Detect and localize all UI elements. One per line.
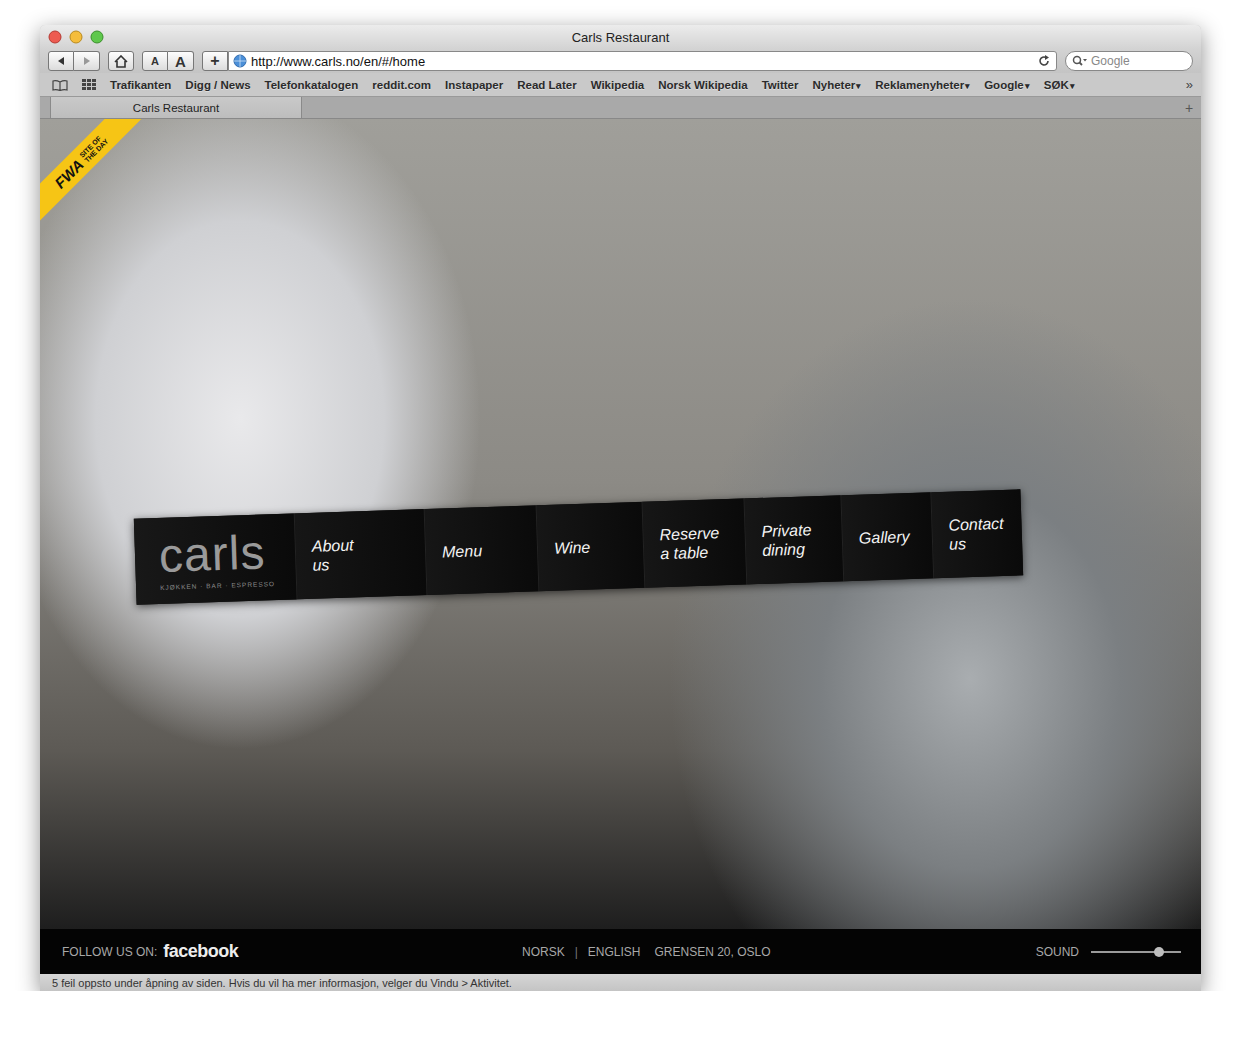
nav-item[interactable]: Privatedining (743, 495, 843, 584)
tab[interactable]: Carls Restaurant (50, 97, 302, 118)
reload-icon[interactable] (1038, 55, 1050, 67)
sound-slider[interactable] (1091, 951, 1181, 953)
bookmark-item[interactable]: Google▾ (984, 79, 1030, 91)
bookmark-item[interactable]: Digg / News (185, 79, 250, 91)
nav-item[interactable]: Contactus (930, 489, 1023, 578)
nav-item[interactable]: Wine (536, 502, 645, 591)
tab-bar: Carls Restaurant + (40, 97, 1201, 119)
window-title: Carls Restaurant (40, 30, 1201, 45)
address: GRENSEN 20, OSLO (655, 945, 771, 959)
sound-slider-knob[interactable] (1154, 947, 1164, 957)
bookmark-item[interactable]: Telefonkatalogen (265, 79, 359, 91)
bookmark-item[interactable]: SØK▾ (1044, 79, 1075, 91)
bookmarks-bar: Trafikanten Digg / News Telefonkatalogen re… (40, 73, 1201, 97)
bookmark-item[interactable]: Instapaper (445, 79, 503, 91)
nav-item[interactable]: Reservea table (642, 499, 747, 588)
traffic-lights-icon[interactable] (48, 30, 104, 44)
bookmark-item[interactable]: Wikipedia (591, 79, 645, 91)
globe-icon (233, 54, 247, 68)
browser-window: Carls RestaurantAA+http://www.carls.no/e… (40, 25, 1201, 991)
title-bar: Carls Restaurant (40, 25, 1201, 49)
bookmark-item[interactable]: Reklamenyheter▾ (875, 79, 970, 91)
new-tab-button[interactable]: + (1177, 97, 1201, 118)
magnifier-icon (1072, 55, 1088, 67)
sound-label: SOUND (1036, 945, 1079, 959)
follow-label: FOLLOW US ON: (62, 945, 157, 959)
bookmark-item[interactable]: Trafikanten (110, 79, 171, 91)
forward-arrow-icon (82, 56, 92, 66)
bookmark-item[interactable]: Read Later (517, 79, 576, 91)
bookmark-item[interactable]: Nyheter▾ (812, 79, 861, 91)
forward-button[interactable] (74, 51, 100, 71)
carls-logo[interactable]: carlsKJØKKEN · BAR · ESPRESSO (134, 513, 297, 604)
page-content: FWASITE OF THE DAYcarlsKJØKKEN · BAR · E… (40, 119, 1201, 929)
nav-item[interactable]: Gallery (840, 492, 933, 581)
home-button[interactable] (108, 51, 134, 71)
bookmark-item[interactable]: Norsk Wikipedia (658, 79, 747, 91)
font-size-button[interactable]: A (142, 51, 168, 71)
top-sites-grid-icon[interactable] (82, 79, 96, 91)
bookmark-item[interactable]: Twitter (762, 79, 799, 91)
search-field[interactable]: Google (1065, 51, 1193, 71)
back-button[interactable] (48, 51, 74, 71)
font-size-button[interactable]: A (168, 51, 194, 71)
status-bar: 5 feil oppsto under åpning av siden. Hvi… (40, 974, 1201, 991)
home-icon (114, 55, 128, 68)
add-bookmark-button[interactable]: + (202, 51, 228, 71)
site-footer: FOLLOW US ON:facebookNORSK|ENGLISHGRENSE… (40, 929, 1201, 974)
toolbar: AA +http://www.carls.no/en/#/home Google (40, 49, 1201, 73)
facebook-link[interactable]: facebook (163, 941, 238, 962)
address-field[interactable]: http://www.carls.no/en/#/home (228, 51, 1057, 71)
book-icon[interactable] (52, 79, 68, 91)
bookmark-item[interactable]: reddit.com (372, 79, 431, 91)
nav-item[interactable]: Menu (424, 505, 539, 595)
language-link[interactable]: ENGLISH (588, 945, 641, 959)
language-link[interactable]: NORSK (522, 945, 565, 959)
nav-item[interactable]: Aboutus (294, 509, 427, 599)
bookmarks-overflow[interactable]: » (1186, 77, 1193, 92)
back-arrow-icon (56, 56, 66, 66)
